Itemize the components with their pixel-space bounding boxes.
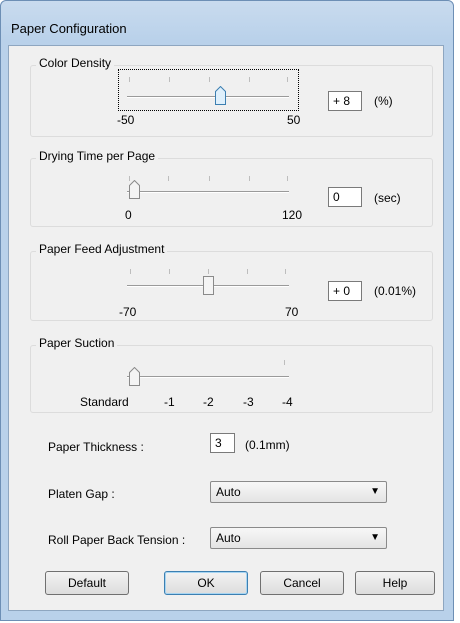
help-button[interactable]: Help: [355, 571, 435, 595]
paper-feed-label: Paper Feed Adjustment: [36, 242, 168, 256]
roll-tension-label: Roll Paper Back Tension :: [48, 533, 186, 547]
drying-time-label: Drying Time per Page: [36, 149, 159, 163]
paper-feed-slider-thumb[interactable]: [203, 276, 214, 295]
chevron-down-icon: ▼: [370, 532, 380, 543]
roll-tension-select[interactable]: Auto ▼: [210, 527, 387, 549]
paper-feed-unit: (0.01%): [374, 284, 417, 298]
paper-suction-scale-2: -2: [203, 395, 214, 409]
paper-suction-scale-1: -1: [164, 395, 175, 409]
tick: [249, 77, 250, 82]
tick: [284, 360, 285, 365]
drying-time-max-label: 120: [282, 208, 303, 222]
platen-gap-select[interactable]: Auto ▼: [210, 481, 387, 503]
color-density-label: Color Density: [36, 56, 115, 70]
paper-suction-scale-4: -4: [282, 395, 293, 409]
tick: [209, 176, 210, 181]
cancel-button[interactable]: Cancel: [260, 571, 344, 595]
chevron-down-icon: ▼: [370, 486, 380, 497]
color-density-max-label: 50: [287, 113, 301, 127]
roll-tension-value: Auto: [216, 531, 241, 545]
tick: [168, 176, 169, 181]
paper-suction-scale-3: -3: [243, 395, 254, 409]
paper-thickness-input[interactable]: 3: [210, 433, 235, 453]
ok-button[interactable]: OK: [164, 571, 248, 595]
drying-time-slider-thumb[interactable]: [129, 180, 140, 199]
paper-feed-max-label: 70: [285, 305, 299, 319]
paper-thickness-unit: (0.1mm): [245, 438, 290, 452]
paper-thickness-label: Paper Thickness :: [48, 440, 144, 454]
color-density-slider-track[interactable]: [127, 96, 289, 98]
color-density-min-label: -50: [117, 113, 135, 127]
paper-feed-min-label: -70: [119, 305, 137, 319]
title-bar[interactable]: Paper Configuration: [1, 1, 453, 41]
drying-time-value-input[interactable]: 0: [328, 187, 362, 207]
drying-time-min-label: 0: [125, 208, 132, 222]
drying-time-unit: (sec): [374, 191, 401, 205]
tick: [249, 176, 250, 181]
paper-feed-value-input[interactable]: + 0: [328, 281, 362, 301]
color-density-slider-thumb[interactable]: [215, 86, 226, 105]
default-button[interactable]: Default: [45, 571, 129, 595]
color-density-unit: (%): [374, 94, 393, 108]
tick: [169, 77, 170, 82]
tick: [130, 269, 131, 274]
tick: [129, 77, 130, 82]
paper-suction-slider-thumb[interactable]: [129, 367, 140, 386]
tick: [285, 269, 286, 274]
paper-suction-slider-track[interactable]: [127, 376, 289, 378]
drying-time-slider-track[interactable]: [127, 191, 289, 193]
paper-suction-scale-standard: Standard: [80, 395, 129, 409]
tick: [209, 77, 210, 82]
tick: [169, 269, 170, 274]
color-density-focus-rect: [118, 69, 299, 111]
tick: [208, 269, 209, 274]
platen-gap-value: Auto: [216, 485, 241, 499]
platen-gap-label: Platen Gap :: [48, 487, 115, 501]
color-density-value-input[interactable]: + 8: [328, 91, 362, 111]
paper-suction-label: Paper Suction: [36, 336, 118, 350]
tick: [287, 176, 288, 181]
dialog-title: Paper Configuration: [11, 21, 127, 36]
tick: [247, 269, 248, 274]
tick: [287, 77, 288, 82]
